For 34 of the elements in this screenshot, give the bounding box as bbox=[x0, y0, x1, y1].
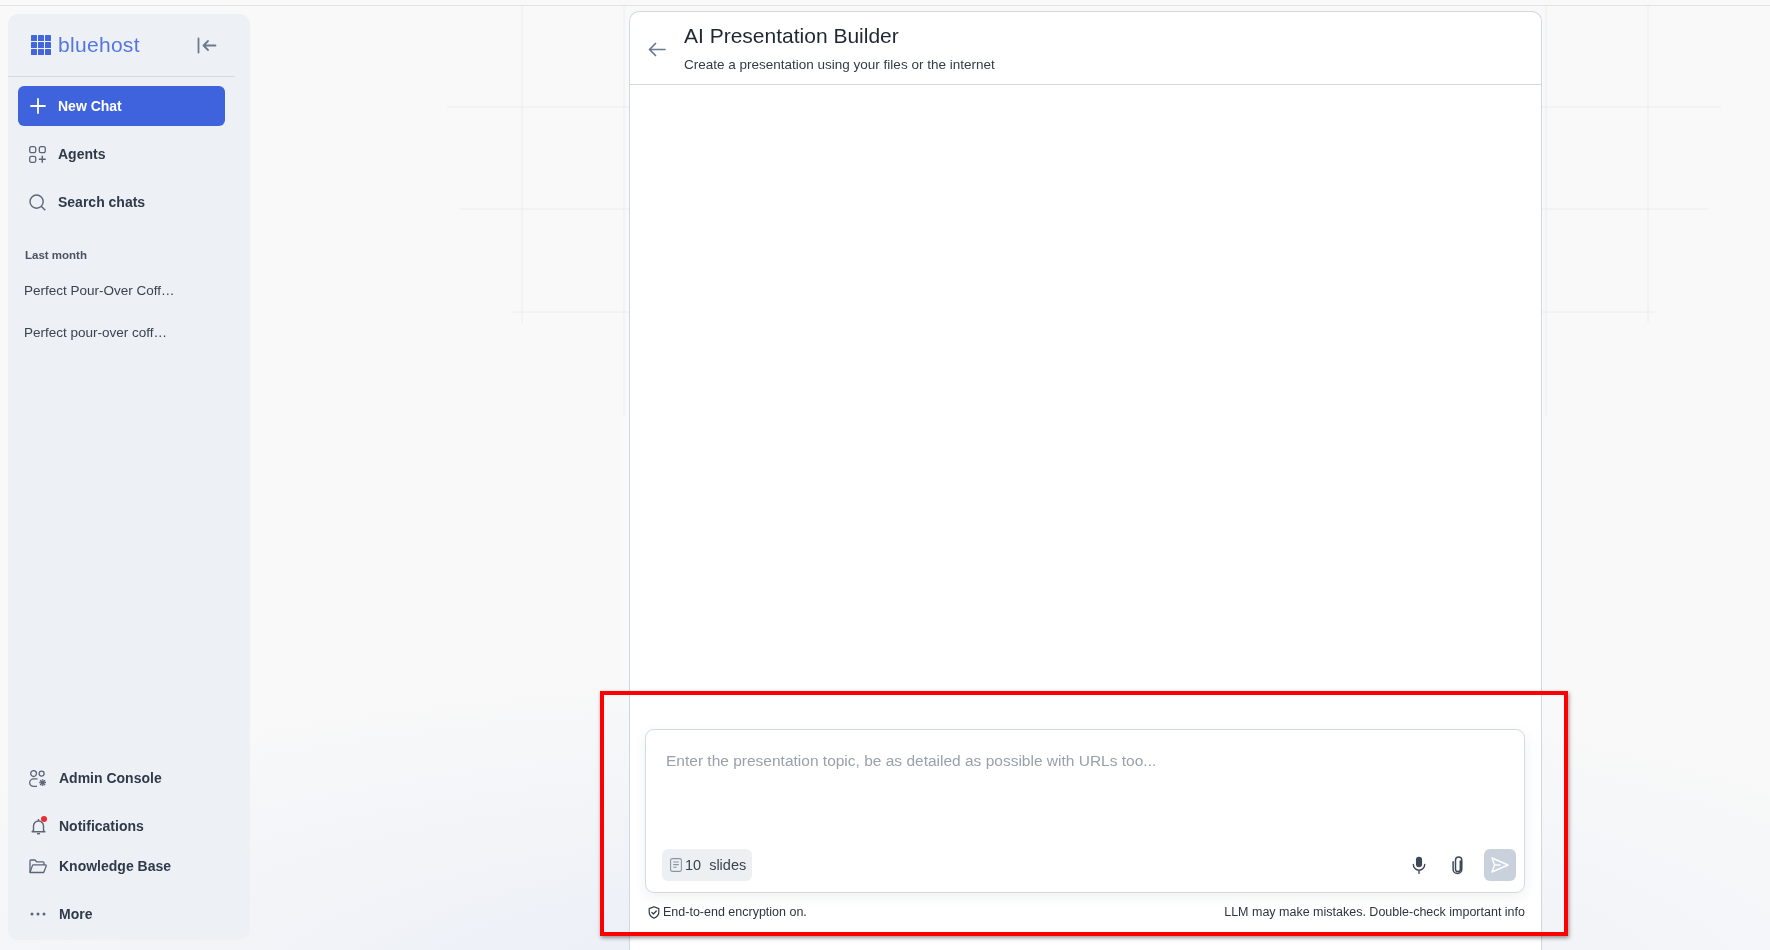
collapse-icon bbox=[197, 36, 217, 54]
dots-icon bbox=[30, 912, 46, 916]
brand-name: bluehost bbox=[58, 33, 140, 57]
nav-item[interactable]: More bbox=[8, 894, 240, 934]
prompt-input[interactable]: Enter the presentation topic, be as detailed as possible with URLs too... bbox=[646, 730, 1524, 849]
people-gear-icon bbox=[29, 769, 47, 787]
slide-count-button[interactable]: 10 slides bbox=[662, 849, 753, 881]
grid-plus-icon bbox=[29, 145, 46, 163]
nav-item[interactable]: Admin Console bbox=[8, 758, 240, 798]
nav-item[interactable]: Search chats bbox=[8, 180, 240, 224]
shield-check-icon bbox=[648, 905, 660, 919]
send-icon bbox=[1491, 857, 1509, 873]
bell-icon bbox=[29, 817, 47, 835]
document-icon bbox=[670, 858, 682, 872]
chat-history-item[interactable]: Perfect pour-over coff… bbox=[12, 314, 240, 350]
encryption-status: End-to-end encryption on. bbox=[663, 904, 807, 920]
nav-item[interactable]: Notifications bbox=[8, 806, 240, 846]
back-button[interactable] bbox=[648, 40, 666, 58]
search-icon bbox=[29, 193, 46, 211]
folder-icon bbox=[29, 858, 47, 874]
back-arrow-icon bbox=[648, 41, 666, 57]
nav-item[interactable]: Agents bbox=[8, 132, 240, 176]
chat-history-item[interactable]: Perfect Pour-Over Coff… bbox=[12, 272, 240, 308]
paperclip-icon bbox=[1452, 855, 1464, 875]
page-subtitle: Create a presentation using your files or the internet bbox=[684, 56, 995, 74]
section-label: Last month bbox=[25, 248, 87, 262]
page-title: AI Presentation Builder bbox=[684, 23, 900, 49]
prompt-box[interactable]: Enter the presentation topic, be as detailed as possible with URLs too... 10 slides bbox=[645, 729, 1525, 893]
logo-grid-icon bbox=[31, 35, 51, 55]
plus-icon bbox=[30, 98, 46, 114]
microphone-icon bbox=[1412, 856, 1426, 874]
nav-item[interactable]: Knowledge Base bbox=[8, 846, 240, 886]
disclaimer-text: LLM may make mistakes. Double-check important info bbox=[1224, 904, 1525, 920]
new-chat-button[interactable]: New Chat bbox=[18, 86, 225, 126]
